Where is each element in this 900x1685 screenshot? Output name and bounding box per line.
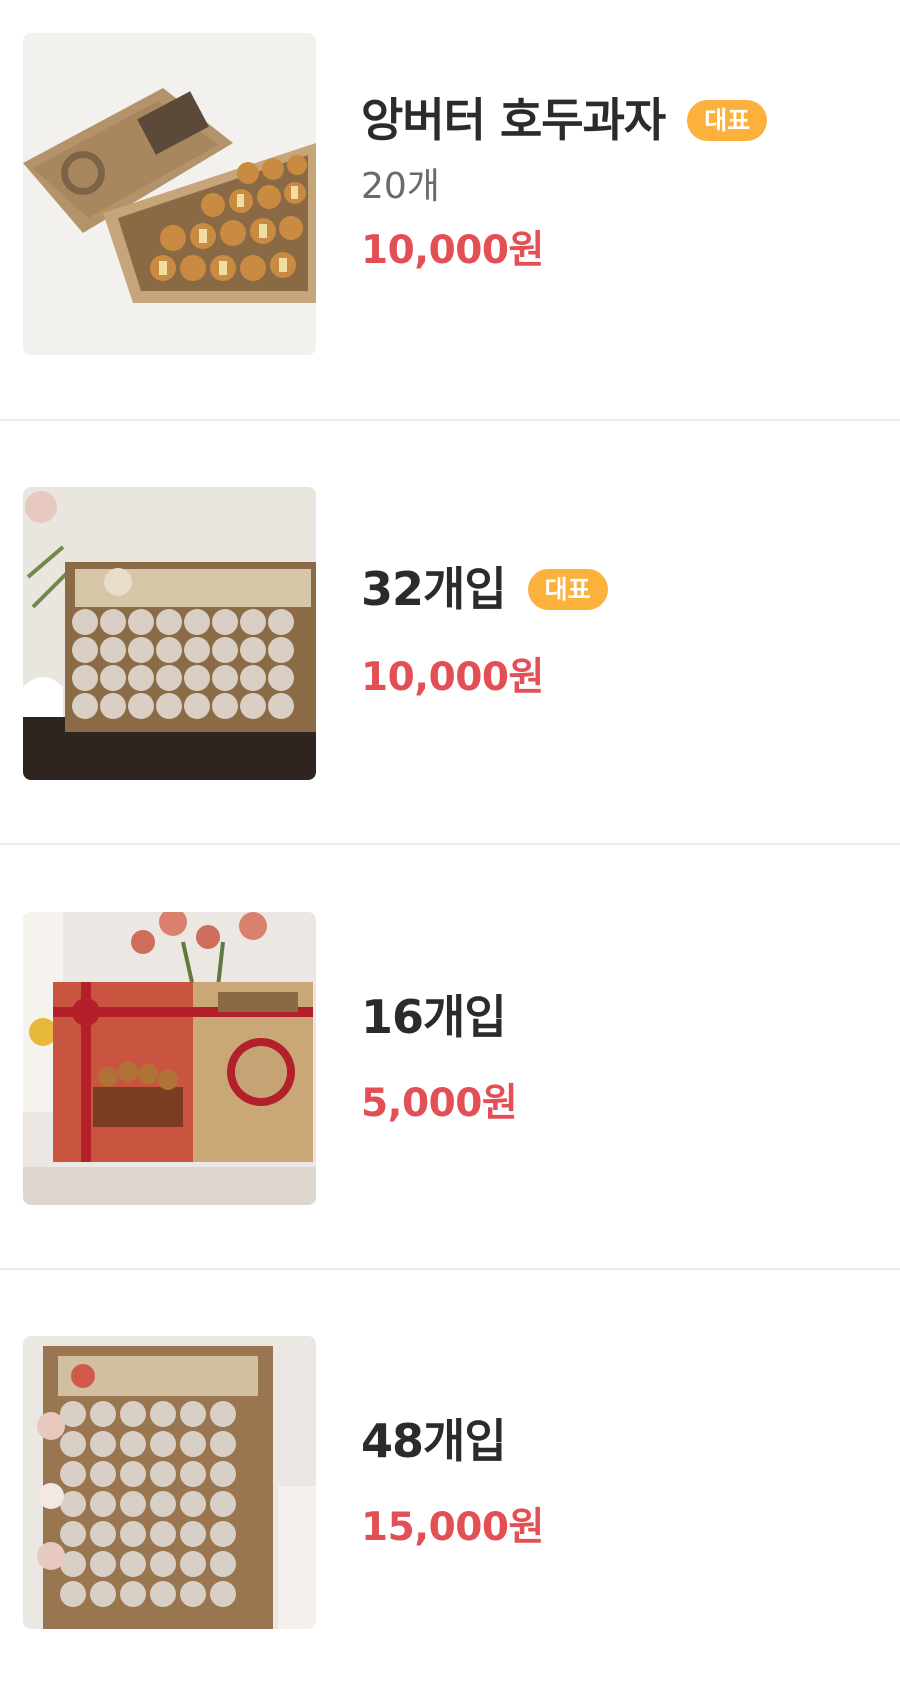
menu-item[interactable]: 앙버터 호두과자 대표 20개 10,000원 — [0, 0, 900, 421]
item-name: 32개입 — [361, 562, 507, 616]
walnut-cake-box-photo-icon — [23, 33, 316, 355]
gift-box-photo-icon — [23, 912, 316, 1205]
wrapped-walnut-cakes-photo-icon — [23, 487, 316, 780]
item-price: 15,000원 — [361, 1505, 544, 1550]
item-info: 32개입 대표 10,000원 — [361, 566, 880, 697]
product-image — [23, 912, 316, 1205]
item-name-row: 16개입 — [361, 994, 880, 1040]
menu-item[interactable]: 48개입 15,000원 — [0, 1269, 900, 1685]
representative-badge: 대표 — [687, 99, 768, 141]
item-price: 5,000원 — [361, 1081, 518, 1126]
menu-item[interactable]: 16개입 5,000원 — [0, 845, 900, 1270]
item-name-row: 32개입 대표 — [361, 566, 880, 612]
item-name: 앙버터 호두과자 — [361, 93, 666, 147]
product-image — [23, 33, 316, 355]
wrapped-walnut-cakes-photo-icon — [23, 1336, 316, 1629]
item-name-row: 48개입 — [361, 1418, 880, 1464]
menu-item[interactable]: 32개입 대표 10,000원 — [0, 421, 900, 845]
item-name-row: 앙버터 호두과자 대표 — [361, 97, 880, 143]
product-image — [23, 1336, 316, 1629]
item-price: 10,000원 — [361, 655, 544, 700]
item-name: 48개입 — [361, 1414, 507, 1468]
item-name: 16개입 — [361, 990, 507, 1044]
item-info: 48개입 15,000원 — [361, 1418, 880, 1547]
representative-badge: 대표 — [527, 568, 608, 610]
item-quantity: 20개 — [361, 166, 440, 207]
item-info: 16개입 5,000원 — [361, 994, 880, 1123]
item-info: 앙버터 호두과자 대표 20개 10,000원 — [361, 97, 880, 270]
item-price: 10,000원 — [361, 228, 544, 273]
product-image — [23, 487, 316, 780]
